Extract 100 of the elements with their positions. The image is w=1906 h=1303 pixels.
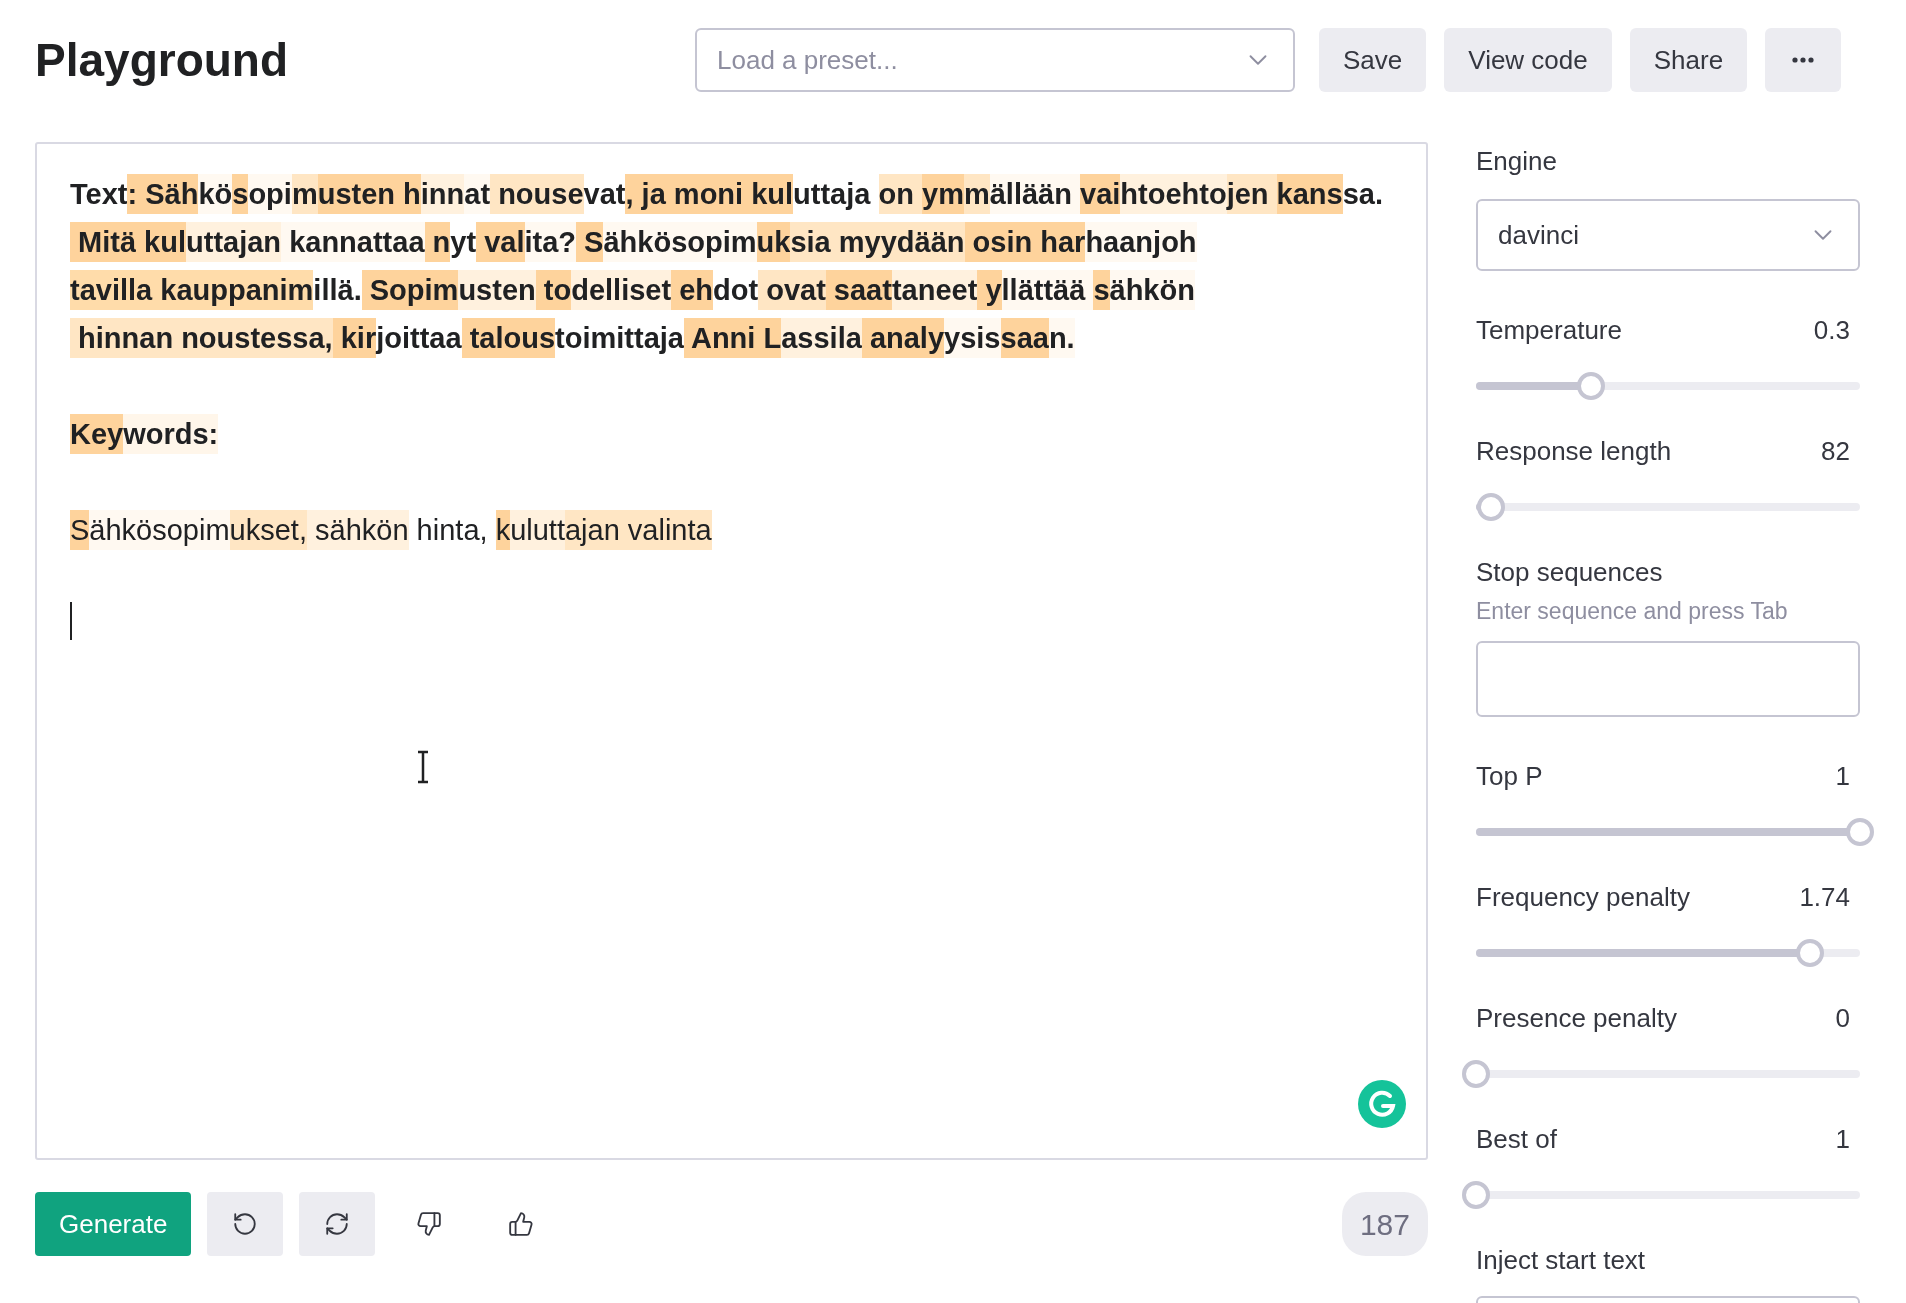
text-token: ovat — [758, 270, 826, 310]
text-token: saat — [825, 270, 892, 310]
text-token: m — [291, 174, 318, 214]
text-caret — [70, 602, 72, 640]
text-token: ähkön — [1109, 270, 1195, 310]
text-token: usten — [458, 270, 536, 310]
text-token: saa — [1000, 318, 1049, 358]
text-token: S — [576, 222, 604, 262]
text-token: set, — [260, 510, 307, 550]
text-token: har — [1040, 222, 1086, 262]
setting-label: Frequency penalty — [1476, 880, 1690, 914]
text-token: hinta, — [415, 513, 489, 548]
text-token: at — [464, 174, 491, 214]
text-token: htoehto — [1120, 174, 1227, 214]
text-token: ällään — [989, 174, 1080, 214]
text-token: y — [977, 270, 1002, 310]
text-token: eh — [671, 270, 713, 310]
setting-label: Response length — [1476, 435, 1672, 468]
text-token: sa. — [1342, 177, 1384, 212]
header-button[interactable]: Share — [1629, 28, 1748, 92]
token-count: 187 — [1341, 1192, 1428, 1256]
text-token: ähkösopim — [603, 222, 757, 262]
text-token: assila — [781, 318, 862, 358]
regenerate-button[interactable] — [299, 1192, 376, 1256]
text-token: nouse — [490, 174, 584, 214]
text-token: val — [476, 222, 525, 262]
setting-label: Best of — [1476, 1122, 1557, 1156]
text-token: ym — [922, 174, 964, 214]
text-token: L — [755, 318, 782, 358]
text-token: to — [535, 270, 572, 310]
header-button[interactable]: Save — [1319, 28, 1427, 92]
header-button[interactable]: View code — [1444, 28, 1612, 92]
text-token: n. — [1048, 318, 1075, 358]
text-token: uttaja — [793, 177, 872, 212]
text-token: k — [495, 510, 511, 550]
text-token: Key — [70, 414, 124, 454]
text-token: uttajan — [186, 222, 282, 262]
setting-value: 82 — [1821, 435, 1850, 468]
setting-label: Inject start text — [1476, 1243, 1647, 1277]
slider-thumb[interactable] — [1577, 372, 1606, 400]
slider-thumb[interactable] — [1462, 1059, 1490, 1088]
setting-value: 1.74 — [1799, 880, 1850, 914]
more-button[interactable] — [1765, 28, 1842, 92]
text-token: kul — [743, 174, 794, 214]
text-token: s — [1093, 270, 1110, 310]
undo-button[interactable] — [207, 1192, 284, 1256]
text-token: Anni — [684, 318, 756, 358]
text-token: hinnan noustessa, — [70, 318, 333, 358]
setting-value: 1 — [1835, 1122, 1850, 1156]
prompt-editor[interactable] — [35, 142, 1428, 1160]
text-token: tavilla kauppanim — [70, 270, 314, 310]
text-token: uk — [756, 222, 791, 262]
text-token: ulutt — [510, 510, 565, 550]
text-token: ähkösopim — [89, 510, 230, 550]
text-token: kö — [198, 174, 233, 214]
text-token: kannattaa — [281, 222, 425, 262]
text-token: dot — [713, 273, 759, 308]
page-title: Playground — [35, 32, 290, 88]
text-token: talous — [461, 318, 556, 358]
text-token: Sopim — [361, 270, 459, 310]
slider-thumb[interactable] — [1477, 493, 1506, 521]
setting-value: 0 — [1835, 1001, 1850, 1035]
text-token: on — [878, 174, 922, 214]
stop-sequence-field[interactable] — [1476, 640, 1860, 717]
slider-thumb[interactable] — [1846, 817, 1874, 846]
slider-thumb[interactable] — [1462, 1180, 1490, 1209]
text-token: opi — [248, 174, 292, 214]
text-token: : Säh — [127, 174, 199, 214]
text-token: S — [70, 510, 90, 550]
undo-icon — [232, 1211, 259, 1237]
setting-value: 1 — [1835, 759, 1850, 793]
text-token: llättää — [1001, 270, 1094, 310]
setting-hint: Enter sequence and press Tab — [1476, 597, 1789, 626]
more-icon — [1792, 57, 1815, 63]
text-token: osin — [964, 222, 1041, 262]
text-token: illä. — [313, 273, 362, 308]
text-token: uk — [229, 510, 261, 550]
setting-label: Temperature — [1476, 314, 1622, 347]
text-token: vat — [583, 177, 626, 212]
text-token: toimittaja — [555, 321, 684, 356]
text-token: kir — [332, 318, 377, 358]
setting-value: 0.3 — [1813, 314, 1850, 347]
text-token: analy — [861, 318, 945, 358]
text-token: jen — [1226, 174, 1277, 214]
text-token: kans — [1276, 174, 1343, 214]
setting-label: Stop sequences — [1476, 556, 1664, 589]
text-token: ysis — [944, 318, 1001, 358]
text-token: s — [232, 174, 249, 214]
text-token: , ja moni — [625, 174, 744, 214]
text-token: ajan valinta — [564, 510, 712, 550]
text-token: m — [963, 174, 990, 214]
slider-thumb[interactable] — [1796, 938, 1825, 967]
text-token: kul — [136, 222, 187, 262]
engine-select[interactable]: davinci — [1476, 199, 1860, 271]
text-token: Mitä — [70, 222, 137, 262]
thumbs-down-icon — [416, 1211, 443, 1237]
text-token: n — [424, 222, 451, 262]
text-token: words: — [123, 414, 219, 454]
refresh-icon — [324, 1211, 351, 1237]
text-token: joittaa — [376, 321, 462, 356]
